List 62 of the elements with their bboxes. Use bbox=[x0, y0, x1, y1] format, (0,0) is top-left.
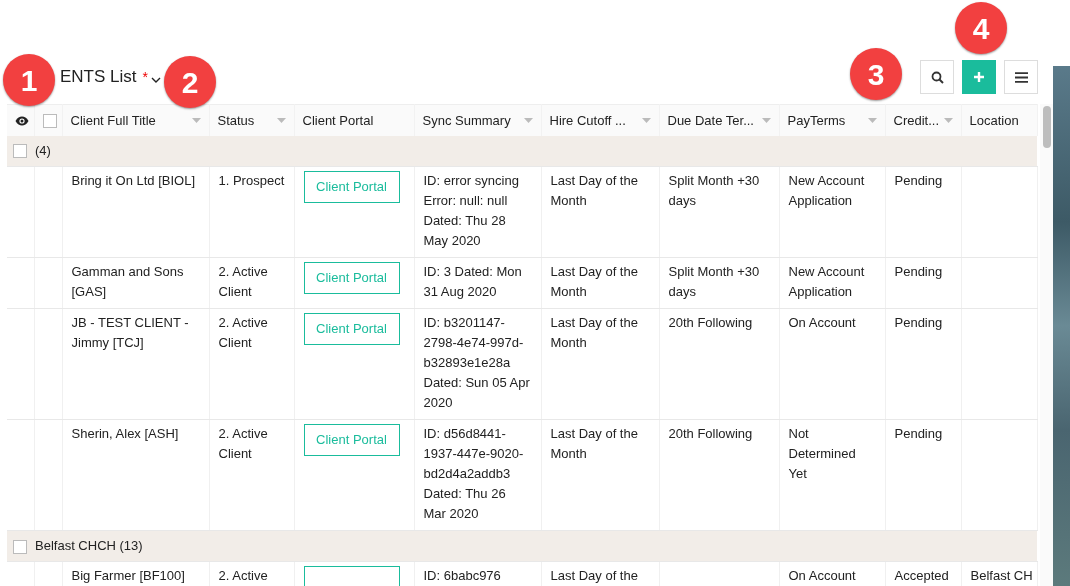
sort-caret-icon[interactable] bbox=[867, 117, 877, 123]
table-cell: Bring it On Ltd [BIOL] bbox=[71, 173, 196, 188]
table-cell: Last Day of the Month bbox=[550, 426, 638, 461]
table-cell: 2. Active bbox=[218, 568, 268, 583]
table-cell: Last Day of the Month bbox=[550, 264, 638, 299]
table-cell: Last Day of the bbox=[550, 568, 638, 583]
table-cell: ID: d56d8441-1937-447e-9020-bd2d4a2addb3 Dated: Thu 26 Mar 2020 bbox=[423, 426, 524, 521]
eye-icon[interactable] bbox=[15, 116, 29, 127]
table-cell: ID: 6babc976 bbox=[423, 568, 501, 583]
table-cell: ID: error syncing Error: null: null Dated: Thu 28 May 2020 bbox=[423, 173, 519, 248]
table-cell: 2. Active Client bbox=[218, 426, 268, 461]
sort-caret-icon[interactable] bbox=[276, 117, 286, 123]
menu-icon bbox=[1014, 71, 1028, 83]
sort-caret-icon[interactable] bbox=[641, 117, 651, 123]
chevron-down-icon[interactable] bbox=[151, 76, 161, 84]
table-cell: 2. Active Client bbox=[218, 264, 268, 299]
group-checkbox[interactable] bbox=[13, 539, 27, 554]
search-icon bbox=[930, 70, 944, 84]
table-cell: Accepted bbox=[894, 568, 949, 583]
table-cell: On Account bbox=[788, 568, 856, 583]
table-cell: 1. Prospect bbox=[218, 173, 285, 188]
search-button[interactable] bbox=[920, 60, 954, 94]
table-cell: 20th Following bbox=[668, 426, 753, 441]
sort-caret-icon[interactable] bbox=[761, 117, 771, 123]
sort-caret-icon[interactable] bbox=[523, 117, 533, 123]
table-cell: New Account Application bbox=[788, 173, 865, 208]
table-cell: Pending bbox=[894, 315, 943, 330]
callout-badge: 1 bbox=[3, 54, 55, 106]
table-cell: JB - TEST CLIENT - Jimmy [TCJ] bbox=[71, 315, 189, 350]
table-cell: ID: 3 Dated: Mon 31 Aug 2020 bbox=[423, 264, 522, 299]
callout-badge: 4 bbox=[955, 2, 1007, 54]
required-asterisk: * bbox=[142, 67, 148, 87]
table-cell: Sherin, Alex [ASH] bbox=[71, 426, 179, 441]
sort-caret-icon[interactable] bbox=[191, 117, 201, 123]
table-cell: 20th Following bbox=[668, 315, 753, 330]
select-all-checkbox[interactable] bbox=[42, 114, 57, 129]
sort-caret-icon[interactable] bbox=[943, 117, 953, 123]
group-label: Belfast CHCH (13) bbox=[35, 538, 143, 553]
scrollbar-thumb[interactable] bbox=[1042, 106, 1051, 148]
table-cell: Split Month +30 days bbox=[668, 173, 760, 208]
plus-icon bbox=[973, 71, 985, 83]
list-title: ENTS List bbox=[60, 66, 137, 89]
table-cell: Belfast CH bbox=[970, 568, 1033, 583]
group-checkbox[interactable] bbox=[13, 144, 27, 159]
table-cell: Last Day of the Month bbox=[550, 315, 638, 350]
table-cell: ID: b3201147-2798-4e74-997d-b32893e1e28a Dated: Sun 05 Apr 2020 bbox=[423, 315, 530, 410]
group-label: (4) bbox=[35, 142, 51, 158]
add-button[interactable] bbox=[962, 60, 996, 94]
table-cell: Split Month +30 days bbox=[668, 264, 760, 299]
table-cell: Pending bbox=[894, 173, 943, 188]
table-cell: Pending bbox=[894, 264, 943, 279]
menu-button[interactable] bbox=[1004, 60, 1038, 94]
table-cell: Last Day of the Month bbox=[550, 173, 638, 208]
table-cell: On Account bbox=[788, 315, 856, 330]
table-cell: New Account Application bbox=[788, 264, 865, 299]
table-cell: Gamman and Sons [GAS] bbox=[71, 264, 184, 299]
table-cell: Pending bbox=[894, 426, 943, 441]
table-cell: 2. Active Client bbox=[218, 315, 268, 350]
callout-badge: 3 bbox=[850, 48, 902, 100]
table-cell: Not Determined Yet bbox=[788, 426, 856, 481]
callout-badge: 2 bbox=[164, 56, 216, 108]
table-cell: Big Farmer [BF100] bbox=[71, 568, 185, 583]
